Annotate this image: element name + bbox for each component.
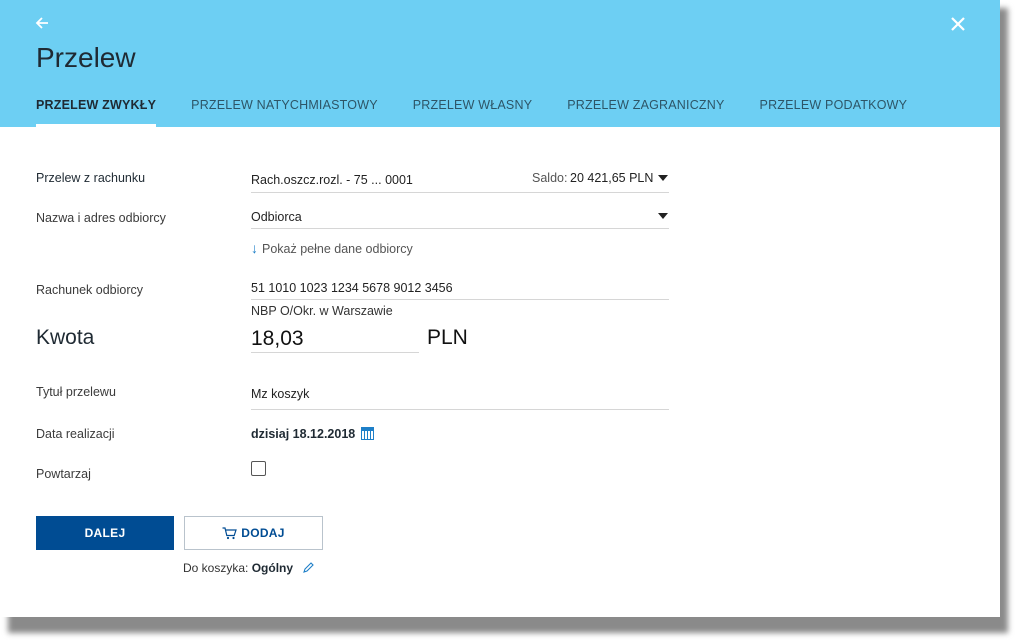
tab-przelew-zagraniczny[interactable]: PRZELEW ZAGRANICZNY: [567, 98, 724, 127]
basket-selector: Do koszyka: Ogólny: [183, 561, 315, 577]
page-title: Przelew: [36, 42, 136, 73]
tab-przelew-zwykly[interactable]: PRZELEW ZWYKŁY: [36, 98, 157, 127]
tab-bar: PRZELEW ZWYKŁY PRZELEW NATYCHMIASTOWY PR…: [36, 98, 942, 127]
recipient-select[interactable]: [251, 204, 669, 229]
transfer-panel: Przelew PRZELEW ZWYKŁY PRZELEW NATYCHMIA…: [0, 0, 1000, 617]
calendar-icon[interactable]: [361, 427, 375, 440]
chevron-down-icon[interactable]: [652, 208, 668, 222]
arrow-down-icon: ↓: [251, 240, 258, 256]
recipient-account-value: 51 1010 1023 1234 5678 9012 3456: [251, 281, 453, 295]
recipient-bank-name: NBP O/Okr. w Warszawie: [251, 304, 393, 318]
close-icon[interactable]: [947, 14, 969, 36]
chevron-down-icon[interactable]: [652, 170, 668, 184]
next-button[interactable]: DALEJ: [36, 516, 174, 550]
from-account-label: Przelew z rachunku: [36, 171, 146, 185]
add-to-basket-button[interactable]: DODAJ: [184, 516, 323, 550]
date-value: dzisiaj 18.12.2018: [251, 427, 356, 441]
transfer-title-field[interactable]: [251, 380, 669, 410]
basket-label: Do koszyka:: [183, 561, 249, 575]
amount-input[interactable]: [251, 326, 419, 353]
show-recipient-details-label: Pokaż pełne dane odbiorcy: [262, 242, 413, 256]
add-button-label: DODAJ: [241, 526, 285, 540]
tab-przelew-wlasny[interactable]: PRZELEW WŁASNY: [413, 98, 533, 127]
recipient-account-label: Rachunek odbiorcy: [36, 283, 144, 297]
currency-label: PLN: [427, 326, 468, 349]
tab-przelew-podatkowy[interactable]: PRZELEW PODATKOWY: [760, 98, 908, 127]
saldo-value: 20 421,65 PLN: [570, 171, 654, 185]
recipient-label: Nazwa i adres odbiorcy: [36, 211, 166, 225]
saldo-label: Saldo:: [532, 171, 568, 185]
recipient-value: Odbiorca: [251, 210, 302, 224]
repeat-checkbox[interactable]: [251, 461, 266, 476]
date-label: Data realizacji: [36, 427, 115, 441]
basket-value: Ogólny: [251, 561, 294, 575]
pencil-icon[interactable]: [302, 561, 315, 577]
amount-label: Kwota: [36, 326, 95, 349]
arrow-left-icon[interactable]: [34, 14, 54, 36]
show-recipient-details-link[interactable]: ↓ Pokaż pełne dane odbiorcy: [251, 240, 413, 256]
tab-przelew-natychmiastowy[interactable]: PRZELEW NATYCHMIASTOWY: [191, 98, 378, 127]
header: Przelew PRZELEW ZWYKŁY PRZELEW NATYCHMIA…: [0, 0, 1000, 127]
transfer-title-value: Mz koszyk: [251, 387, 310, 401]
date-value-wrapper[interactable]: dzisiaj 18.12.2018: [251, 427, 375, 441]
transfer-title-label: Tytuł przelewu: [36, 385, 116, 399]
from-account-value: Rach.oszcz.rozl. - 75 ... 0001: [251, 173, 413, 187]
cart-icon: [222, 527, 238, 540]
repeat-label: Powtarzaj: [36, 467, 91, 481]
